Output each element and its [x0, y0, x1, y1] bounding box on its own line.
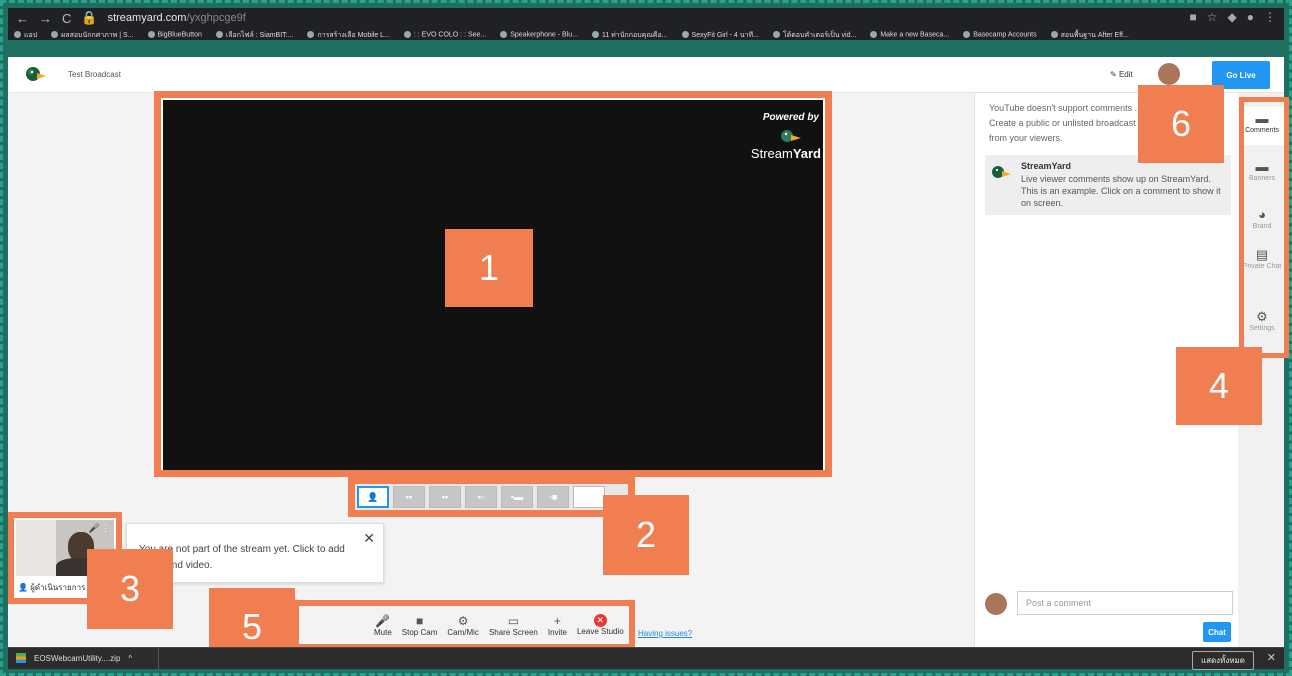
powered-by-text: Powered by	[762, 112, 819, 123]
star-icon[interactable]: ☆	[1207, 10, 1218, 24]
stop-cam-button[interactable]: ■ Stop Cam	[397, 606, 443, 644]
layout-selector: 👤 ▪▪ ▪▪ ▪▫ ▪▬ ▫■	[357, 486, 605, 508]
layout-blank-button[interactable]	[573, 486, 605, 508]
bookmark-item[interactable]: โต้ตอบคำเตอร์เป็น vid...	[772, 30, 856, 41]
bookmark-item[interactable]: SexyFit Girl - 4 นาที...	[681, 30, 759, 41]
destination-avatar[interactable]	[1158, 63, 1180, 85]
layout-thin-button[interactable]: ▪▪	[393, 486, 425, 508]
callout-badge-3: 3	[87, 549, 173, 629]
layout-leader-button[interactable]: ▪▫	[465, 486, 497, 508]
camera-icon: ■	[415, 613, 424, 628]
avatar	[985, 593, 1007, 615]
layout-solo-button[interactable]: 👤	[357, 486, 389, 508]
streamyard-logo-icon[interactable]	[24, 64, 46, 84]
callout-badge-2: 2	[603, 495, 689, 575]
share-screen-button[interactable]: ▭ Share Screen	[484, 606, 543, 644]
forward-icon[interactable]: →	[39, 11, 52, 26]
bookmark-item[interactable]: : : EVO COLO : : See...	[403, 31, 486, 39]
browser-chrome: ← → C 🔒 streamyard.com/yxghpcge9f ■ ☆ ◆ …	[8, 8, 1284, 40]
bookmark-item[interactable]: แอป	[14, 30, 37, 41]
bookmarks-bar: แอป ผลสอบนักกศาภาพ | S... BigBlueButton …	[8, 28, 1284, 42]
person-icon: 👤	[18, 583, 28, 592]
reload-icon[interactable]: C	[62, 11, 71, 26]
edit-button[interactable]: ✎ Edit	[1110, 70, 1133, 79]
extension-icon[interactable]: ◆	[1228, 10, 1237, 24]
chevron-up-icon[interactable]: ^	[128, 654, 132, 663]
bookmark-item[interactable]: การสร้างเลือ Mobile L...	[307, 30, 390, 41]
invite-button[interactable]: + Invite	[543, 606, 572, 644]
bookmark-item[interactable]: ผลสอบนักกศาภาพ | S...	[51, 30, 134, 41]
bookmark-item[interactable]: 11 ท่านักกอบคุณคือ...	[591, 30, 668, 41]
streamyard-wordmark: StreamYard	[750, 146, 821, 161]
controls-highlight: 🎤 Mute ■ Stop Cam ⚙ Cam/Mic ▭ Share Screen +…	[293, 600, 635, 650]
lock-icon: 🔒	[81, 10, 98, 25]
layout-pip-button[interactable]: ▪▬	[501, 486, 533, 508]
callout-badge-6: 6	[1138, 85, 1224, 163]
profile-icon[interactable]: ●	[1247, 10, 1254, 24]
download-bar: EOSWebcamUtility....zip ^ แสดงทั้งหมด ✕	[8, 647, 1284, 670]
file-icon	[16, 653, 26, 663]
comment-text: Live viewer comments show up on StreamYa…	[1021, 174, 1221, 208]
show-all-button[interactable]: แสดงทั้งหมด	[1191, 651, 1254, 670]
streamyard-app: Test Broadcast ✎ Edit Go Live Powered by…	[8, 57, 1289, 666]
cam-mic-settings-button[interactable]: ⚙ Cam/Mic	[442, 606, 484, 644]
blank-control-area	[299, 606, 369, 644]
back-icon[interactable]: ←	[16, 11, 29, 26]
close-circle-icon: ✕	[593, 614, 607, 627]
bookmark-item[interactable]: Make a new Baseca...	[870, 31, 949, 39]
mute-button[interactable]: 🎤 Mute	[369, 606, 397, 644]
sample-comment[interactable]: StreamYard Live viewer comments show up …	[985, 155, 1231, 215]
close-icon[interactable]: ✕	[363, 530, 375, 546]
microphone-icon[interactable]: 🎤	[89, 523, 100, 534]
post-comment-input[interactable]: Post a comment	[1017, 591, 1233, 615]
participant-name: 👤 ผู้ดำเนินรายการ	[18, 583, 86, 592]
more-options-icon[interactable]: ⋮	[101, 523, 110, 534]
top-bar: Test Broadcast ✎ Edit Go Live	[8, 57, 1284, 93]
streamyard-logo-icon	[781, 130, 801, 142]
layout-group-button[interactable]: ▪▪	[429, 486, 461, 508]
leave-studio-button[interactable]: ✕ Leave Studio	[572, 606, 629, 644]
bookmark-item[interactable]: Basecamp Accounts	[963, 31, 1037, 39]
callout-badge-1: 1	[445, 229, 533, 307]
url-text[interactable]: streamyard.com/yxghpcge9f	[108, 12, 246, 24]
close-icon[interactable]: ✕	[1267, 651, 1276, 664]
menu-icon[interactable]: ⋮	[1264, 10, 1276, 24]
bookmark-item[interactable]: BigBlueButton	[147, 31, 202, 39]
rail-highlight	[1239, 97, 1289, 358]
address-bar[interactable]: ← → C 🔒 streamyard.com/yxghpcge9f ■ ☆ ◆ …	[8, 8, 1284, 28]
add-person-icon: +	[553, 613, 561, 628]
bookmark-item[interactable]: Speakerphone - Blu...	[500, 31, 578, 39]
streamyard-logo-icon	[992, 166, 1011, 178]
microphone-icon: 🎤	[375, 613, 391, 628]
camera-indicator-icon[interactable]: ■	[1190, 10, 1197, 24]
comment-author: StreamYard	[1021, 161, 1072, 171]
bookmark-item[interactable]: เลือกไฟล์ : SiamBIT:...	[215, 30, 293, 41]
youtube-comments-message: YouTube doesn't support comments ... Cre…	[989, 103, 1146, 143]
person-icon: 👤	[367, 491, 379, 502]
gear-icon: ⚙	[457, 613, 469, 628]
having-issues-link[interactable]: Having issues?	[638, 629, 692, 638]
pencil-icon: ✎	[1110, 70, 1117, 79]
studio-controls: 🎤 Mute ■ Stop Cam ⚙ Cam/Mic ▭ Share Screen +…	[299, 606, 629, 644]
bookmark-item[interactable]: สอนพื้นฐาน After Eff...	[1050, 30, 1129, 41]
chat-button[interactable]: Chat	[1203, 622, 1231, 642]
broadcast-title: Test Broadcast	[68, 70, 121, 79]
layout-side-button[interactable]: ▫■	[537, 486, 569, 508]
download-item[interactable]: EOSWebcamUtility....zip ^	[16, 653, 132, 663]
callout-badge-4: 4	[1176, 347, 1262, 425]
monitor-icon: ▭	[507, 613, 520, 628]
layouts-highlight: 👤 ▪▪ ▪▪ ▪▫ ▪▬ ▫■	[348, 477, 635, 517]
